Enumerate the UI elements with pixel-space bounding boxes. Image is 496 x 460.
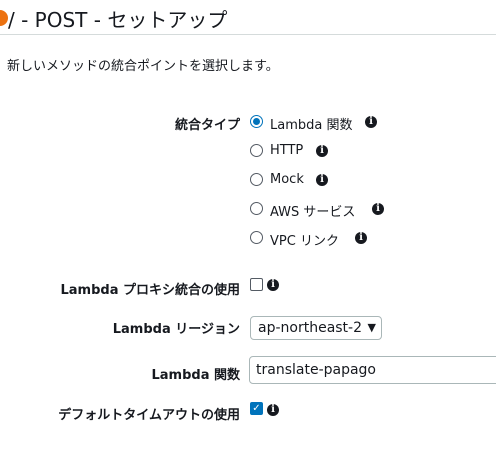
radio-mock[interactable] bbox=[250, 173, 263, 186]
radio-label-aws-service: AWS サービス bbox=[270, 205, 356, 220]
page-title: / - POST - セットアップ bbox=[8, 8, 228, 32]
page-header: / - POST - セットアップ bbox=[0, 0, 496, 35]
info-icon[interactable]: i bbox=[365, 116, 377, 128]
radio-label-http: HTTP bbox=[270, 143, 304, 158]
lambda-proxy-checkbox[interactable] bbox=[250, 278, 263, 291]
radio-aws-service[interactable] bbox=[250, 202, 263, 215]
checkmark-icon: ✓ bbox=[252, 403, 261, 414]
radio-label-lambda-function: Lambda 関数 bbox=[270, 118, 353, 133]
info-icon[interactable]: i bbox=[316, 174, 328, 186]
lambda-region-select[interactable]: ap-northeast-2 ▼ bbox=[250, 316, 382, 340]
default-timeout-checkbox[interactable]: ✓ bbox=[250, 402, 263, 415]
radio-vpc-link[interactable] bbox=[250, 231, 263, 244]
lambda-region-label: Lambda リージョン bbox=[112, 322, 240, 337]
page-description: 新しいメソッドの統合ポイントを選択します。 bbox=[7, 59, 279, 74]
lambda-function-input[interactable]: translate-papago bbox=[249, 356, 496, 384]
lambda-function-label: Lambda 関数 bbox=[151, 368, 240, 383]
info-icon[interactable]: i bbox=[355, 232, 367, 244]
radio-http[interactable] bbox=[250, 144, 263, 157]
info-icon[interactable]: i bbox=[267, 279, 279, 291]
info-icon[interactable]: i bbox=[316, 145, 328, 157]
chevron-down-icon: ▼ bbox=[367, 321, 376, 334]
info-icon[interactable]: i bbox=[372, 203, 384, 215]
integration-type-label: 統合タイプ bbox=[174, 118, 240, 133]
radio-lambda-function[interactable] bbox=[250, 115, 263, 128]
info-icon[interactable]: i bbox=[267, 404, 279, 416]
default-timeout-label: デフォルトタイムアウトの使用 bbox=[58, 408, 240, 423]
orange-bullet-icon bbox=[0, 10, 8, 26]
radio-label-vpc-link: VPC リンク bbox=[270, 234, 339, 249]
lambda-proxy-label: Lambda プロキシ統合の使用 bbox=[60, 283, 240, 298]
radio-label-mock: Mock bbox=[270, 172, 304, 187]
lambda-region-value: ap-northeast-2 bbox=[258, 320, 363, 336]
